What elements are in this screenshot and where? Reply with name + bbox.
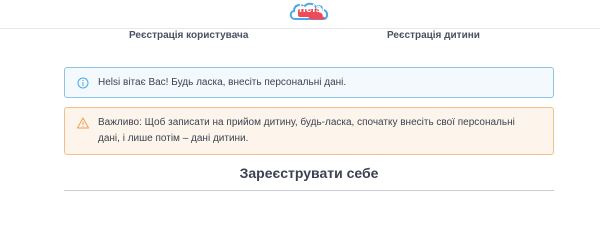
warning-alert-line-2: дані, і лише потім – дані дитини. (98, 133, 249, 144)
helsi-logo[interactable]: helsi (287, 0, 331, 22)
tab-child-registration[interactable]: Реєстрація дитини (387, 30, 480, 41)
warning-alert-text: Важливо: Щоб записати на прийом дитину, … (98, 115, 539, 147)
warning-alert: Важливо: Щоб записати на прийом дитину, … (64, 107, 554, 155)
info-icon (77, 77, 89, 89)
warning-alert-line-1: Важливо: Щоб записати на прийом дитину, … (98, 117, 515, 128)
info-alert: Helsi вітає Вас! Будь ласка, внесіть пер… (64, 67, 554, 98)
warning-icon (77, 117, 89, 129)
info-alert-text: Helsi вітає Вас! Будь ласка, внесіть пер… (98, 77, 347, 88)
registration-tabs: Реєстрація користувача Реєстрація дитини (0, 28, 600, 48)
section-title: Зареєструвати себе (239, 165, 379, 181)
section-divider (64, 190, 554, 191)
logo-text: helsi (299, 3, 326, 15)
top-bar: helsi (0, 0, 600, 29)
tab-user-registration[interactable]: Реєстрація користувача (129, 30, 248, 41)
